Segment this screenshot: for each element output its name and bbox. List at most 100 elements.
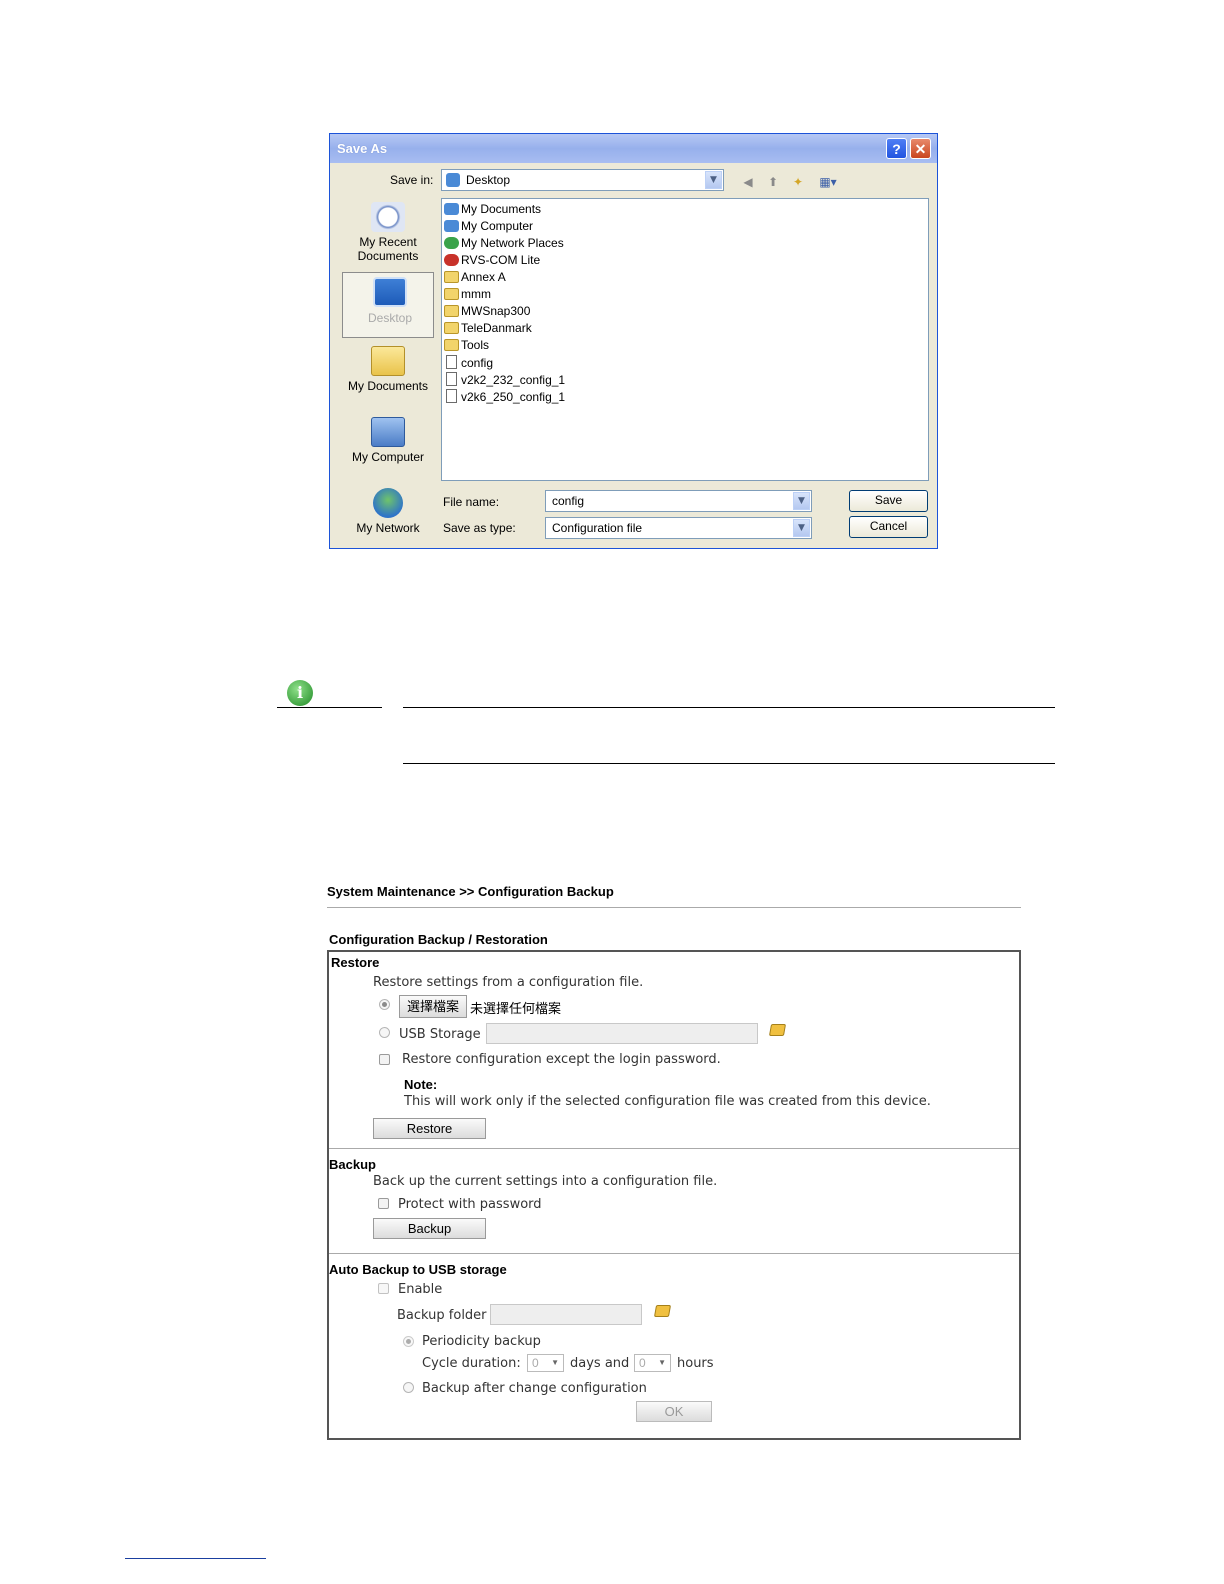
except-password-label: Restore configuration except the login p… — [402, 1052, 721, 1067]
place-label: My Documents — [347, 379, 429, 393]
save-as-dialog: Save As ? ✕ Save in: Desktop ▼ ◀ ⬆ ✦ ▦▾ … — [329, 133, 938, 549]
save-as-type-label: Save as type: — [443, 521, 516, 535]
list-item[interactable]: mmm — [444, 287, 491, 304]
recent-documents-icon — [371, 202, 405, 232]
file-name: RVS-COM Lite — [461, 253, 541, 267]
desktop-small-icon — [446, 173, 460, 187]
chevron-down-icon: ▼ — [551, 1358, 559, 1367]
after-change-label: Backup after change configuration — [422, 1381, 647, 1396]
file-name: mmm — [461, 287, 491, 301]
list-item[interactable]: v2k6_250_config_1 — [444, 389, 565, 406]
usb-storage-field[interactable] — [486, 1023, 758, 1044]
my-documents-icon — [371, 346, 405, 376]
file-source-radio[interactable] — [379, 999, 390, 1010]
up-folder-icon[interactable]: ⬆ — [765, 174, 781, 190]
file-list[interactable]: My Documents My Computer My Network Plac… — [441, 198, 929, 481]
place-my-documents[interactable]: My Documents — [342, 346, 434, 393]
document-icon — [446, 355, 457, 369]
file-name: My Network Places — [461, 236, 564, 250]
dialog-titlebar[interactable]: Save As ? ✕ — [330, 134, 937, 163]
ok-button[interactable]: OK — [636, 1401, 712, 1422]
choose-file-button[interactable]: 選擇檔案 — [399, 995, 467, 1018]
backup-desc: Back up the current settings into a conf… — [373, 1174, 718, 1189]
my-computer-icon — [371, 417, 405, 447]
save-as-type-value: Configuration file — [552, 521, 643, 535]
file-name: Annex A — [461, 270, 506, 284]
close-button[interactable]: ✕ — [910, 138, 931, 159]
section-title: Configuration Backup / Restoration — [329, 932, 548, 947]
back-icon[interactable]: ◀ — [740, 174, 756, 190]
file-name: v2k6_250_config_1 — [461, 390, 566, 404]
protect-password-label: Protect with password — [398, 1197, 542, 1212]
list-item[interactable]: Tools — [444, 338, 489, 355]
restore-heading: Restore — [331, 955, 380, 970]
list-item[interactable]: TeleDanmark — [444, 321, 532, 338]
dialog-title: Save As — [337, 141, 388, 156]
usb-storage-radio[interactable] — [379, 1027, 390, 1038]
restore-button[interactable]: Restore — [373, 1118, 486, 1139]
note-heading: Note: — [404, 1077, 438, 1092]
backup-folder-field[interactable] — [490, 1304, 642, 1325]
chevron-down-icon[interactable]: ▼ — [793, 492, 810, 510]
new-folder-icon[interactable]: ✦ — [790, 174, 806, 190]
list-item[interactable]: My Computer — [444, 219, 533, 236]
hours-select[interactable]: 0 ▼ — [634, 1354, 671, 1372]
folder-icon — [444, 322, 459, 334]
save-in-label: Save in: — [390, 173, 434, 187]
my-network-icon — [373, 488, 403, 518]
hours-label: hours — [677, 1356, 714, 1371]
footer-link-underline — [125, 1558, 266, 1559]
file-name: v2k2_232_config_1 — [461, 373, 566, 387]
usb-storage-label: USB Storage — [399, 1027, 481, 1042]
list-item[interactable]: My Network Places — [444, 236, 564, 253]
breadcrumb: System Maintenance >> Configuration Back… — [327, 884, 614, 899]
days-select[interactable]: 0 ▼ — [527, 1354, 564, 1372]
protect-password-checkbox[interactable] — [378, 1198, 389, 1209]
note-divider-bottom — [403, 763, 1055, 764]
place-my-computer[interactable]: My Computer — [342, 417, 434, 464]
place-label: Documents — [357, 249, 419, 263]
folder-icon[interactable] — [768, 1024, 787, 1036]
cancel-button[interactable]: Cancel — [849, 516, 928, 538]
chevron-down-icon[interactable]: ▼ — [793, 519, 810, 537]
place-desktop[interactable]: Desktop — [342, 272, 434, 338]
view-menu-icon[interactable]: ▦▾ — [816, 174, 840, 190]
auto-backup-heading: Auto Backup to USB storage — [329, 1262, 507, 1277]
days-label: days and — [570, 1356, 630, 1371]
enable-checkbox[interactable] — [378, 1283, 389, 1294]
save-as-type-select[interactable]: Configuration file ▼ — [545, 517, 812, 539]
file-name: Tools — [461, 338, 490, 352]
network-places-icon — [444, 237, 459, 249]
note-text: This will work only if the selected conf… — [404, 1094, 931, 1109]
list-item[interactable]: RVS-COM Lite — [444, 253, 540, 270]
save-button[interactable]: Save — [849, 490, 928, 512]
document-icon — [446, 389, 457, 403]
backup-folder-label: Backup folder — [397, 1308, 487, 1323]
place-recent-documents[interactable]: My Recent Documents — [342, 202, 434, 263]
chevron-down-icon[interactable]: ▼ — [705, 171, 722, 189]
periodicity-radio[interactable] — [403, 1336, 414, 1347]
backup-button[interactable]: Backup — [373, 1218, 486, 1239]
folder-icon[interactable] — [653, 1305, 672, 1317]
folder-icon — [444, 288, 459, 300]
file-name-value: config — [552, 494, 585, 508]
place-label: My Network — [356, 521, 420, 535]
list-item[interactable]: Annex A — [444, 270, 506, 287]
document-icon — [446, 372, 457, 386]
except-password-checkbox[interactable] — [379, 1054, 390, 1065]
save-in-select[interactable]: Desktop ▼ — [441, 169, 724, 191]
breadcrumb-divider — [327, 907, 1021, 908]
help-button[interactable]: ? — [886, 138, 907, 159]
list-item[interactable]: config — [444, 355, 493, 372]
desktop-icon — [373, 277, 407, 307]
file-name-input[interactable]: config ▼ — [545, 490, 812, 512]
after-change-radio[interactable] — [403, 1382, 414, 1393]
place-my-network[interactable]: My Network — [342, 488, 434, 535]
no-file-text: 未選擇任何檔案 — [470, 1002, 562, 1017]
note-divider-top — [403, 707, 1055, 708]
periodicity-label: Periodicity backup — [422, 1334, 541, 1349]
list-item[interactable]: v2k2_232_config_1 — [444, 372, 565, 389]
list-item[interactable]: MWSnap300 — [444, 304, 530, 321]
place-label: My Recent — [359, 235, 417, 249]
list-item[interactable]: My Documents — [444, 202, 541, 219]
